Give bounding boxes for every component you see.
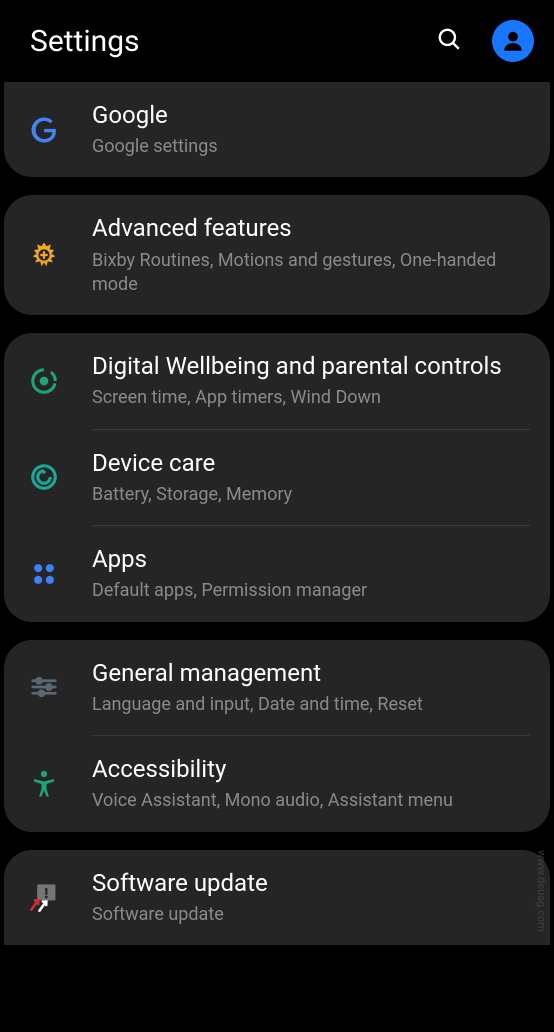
item-title: General management (92, 658, 530, 689)
item-title: Accessibility (92, 754, 530, 785)
item-text: General management Language and input, D… (92, 658, 530, 717)
search-icon[interactable] (436, 26, 462, 56)
settings-item-general-management[interactable]: General management Language and input, D… (4, 640, 550, 735)
settings-item-software-update[interactable]: Software update Software update (4, 850, 550, 945)
wellbeing-icon (24, 366, 64, 396)
settings-item-google[interactable]: Google Google settings (4, 82, 550, 177)
software-update-icon (24, 881, 64, 913)
settings-group: Google Google settings (4, 82, 550, 177)
item-text: Google Google settings (92, 100, 530, 159)
header: Settings (0, 0, 554, 82)
item-title: Google (92, 100, 530, 131)
settings-group: Digital Wellbeing and parental controls … (4, 333, 550, 621)
item-text: Apps Default apps, Permission manager (92, 544, 530, 603)
watermark: www.deuag.com (535, 850, 548, 932)
settings-item-advanced-features[interactable]: Advanced features Bixby Routines, Motion… (4, 195, 550, 315)
device-care-icon (24, 462, 64, 492)
item-text: Software update Software update (92, 868, 530, 927)
item-title: Apps (92, 544, 530, 575)
item-subtitle: Language and input, Date and time, Reset (92, 693, 530, 717)
item-subtitle: Bixby Routines, Motions and gestures, On… (92, 249, 530, 298)
item-title: Advanced features (92, 213, 530, 244)
sliders-icon (24, 672, 64, 702)
item-text: Device care Battery, Storage, Memory (92, 448, 530, 507)
item-subtitle: Battery, Storage, Memory (92, 483, 530, 507)
item-title: Device care (92, 448, 530, 479)
profile-icon[interactable] (492, 20, 534, 62)
item-text: Advanced features Bixby Routines, Motion… (92, 213, 530, 297)
apps-icon (24, 560, 64, 588)
accessibility-icon (24, 769, 64, 799)
settings-item-accessibility[interactable]: Accessibility Voice Assistant, Mono audi… (4, 736, 550, 831)
settings-item-digital-wellbeing[interactable]: Digital Wellbeing and parental controls … (4, 333, 550, 428)
item-subtitle: Voice Assistant, Mono audio, Assistant m… (92, 789, 530, 813)
settings-group: General management Language and input, D… (4, 640, 550, 832)
item-title: Digital Wellbeing and parental controls (92, 351, 530, 382)
item-subtitle: Google settings (92, 135, 530, 159)
settings-item-device-care[interactable]: Device care Battery, Storage, Memory (4, 430, 550, 525)
settings-item-apps[interactable]: Apps Default apps, Permission manager (4, 526, 550, 621)
item-text: Accessibility Voice Assistant, Mono audi… (92, 754, 530, 813)
google-icon (24, 115, 64, 145)
header-actions (436, 20, 534, 62)
item-title: Software update (92, 868, 530, 899)
gear-plus-icon (24, 240, 64, 270)
item-subtitle: Default apps, Permission manager (92, 579, 530, 603)
settings-content: Google Google settings Advanced features… (0, 82, 554, 945)
page-title: Settings (30, 24, 140, 59)
settings-group: Software update Software update (4, 850, 550, 945)
item-subtitle: Screen time, App timers, Wind Down (92, 386, 530, 410)
item-text: Digital Wellbeing and parental controls … (92, 351, 530, 410)
item-subtitle: Software update (92, 903, 530, 927)
settings-group: Advanced features Bixby Routines, Motion… (4, 195, 550, 315)
